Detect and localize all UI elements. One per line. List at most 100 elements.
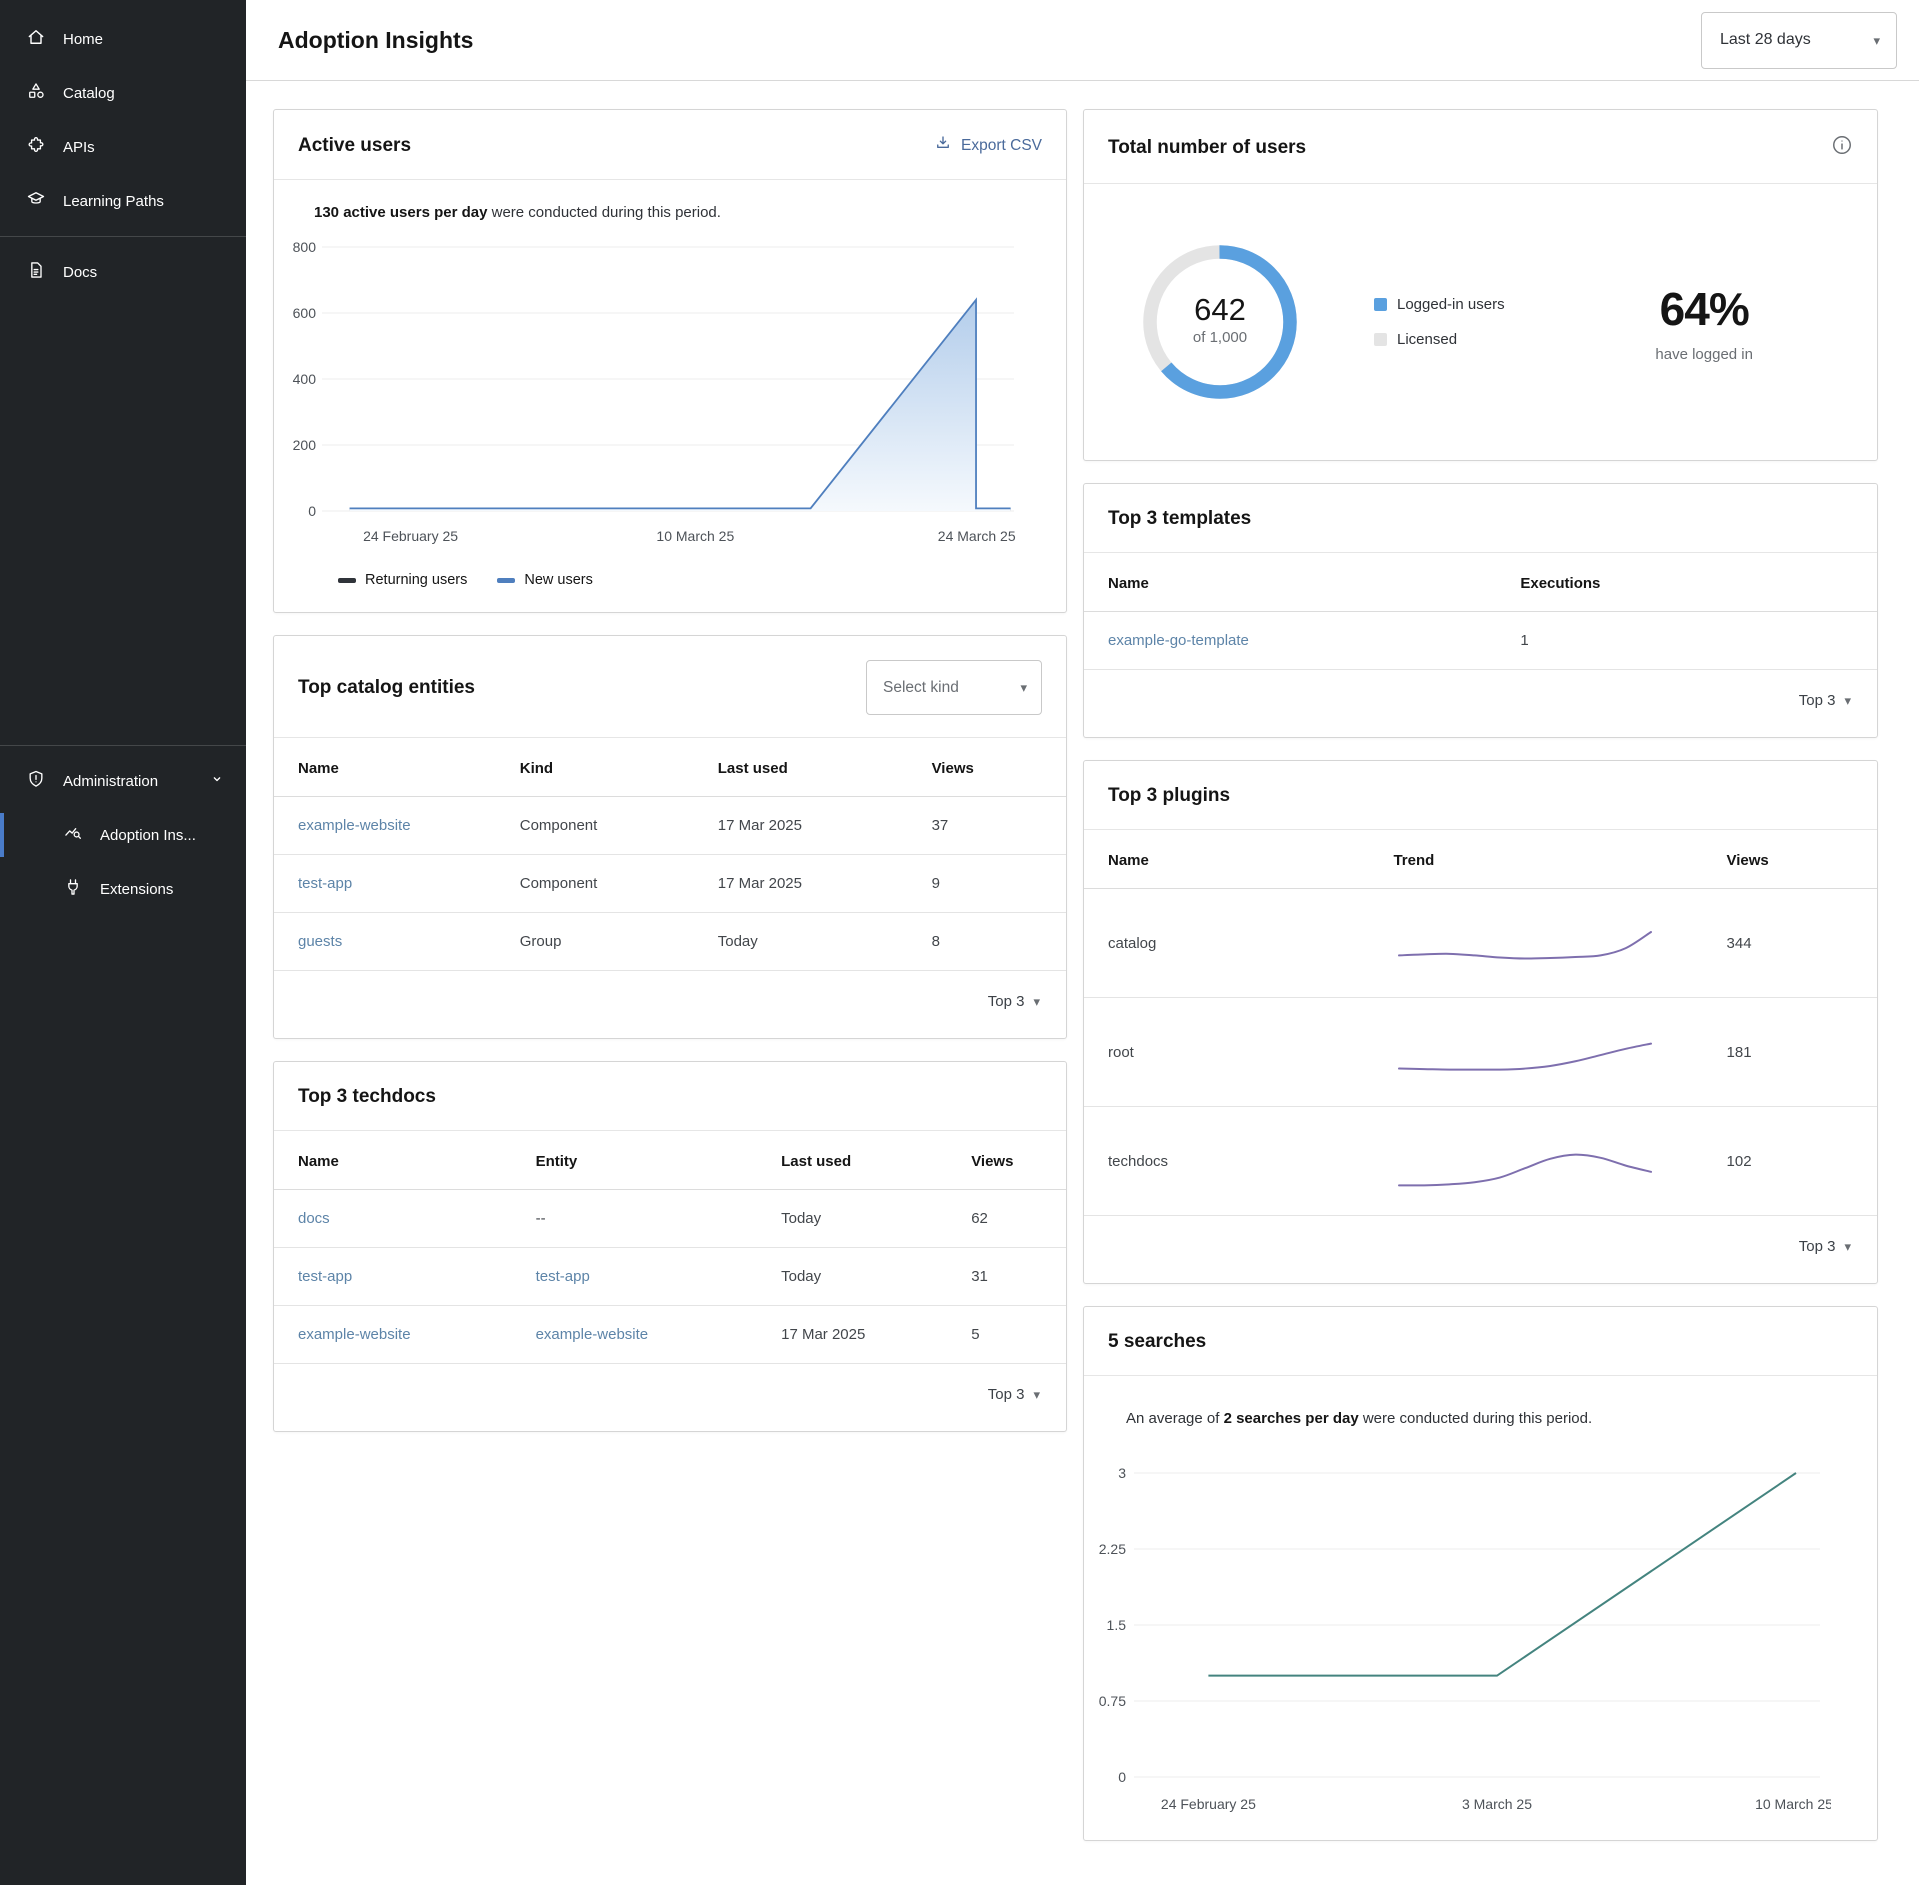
- entity-link[interactable]: example-website: [536, 1326, 649, 1343]
- table-cell: test-app: [274, 1248, 512, 1306]
- table-row: catalog 344: [1084, 889, 1877, 998]
- table-cell: test-app: [274, 855, 496, 913]
- sidebar-item-adoption-insights[interactable]: Adoption Ins...: [0, 808, 246, 862]
- chevron-down-icon: [208, 770, 226, 792]
- sidebar-item-learning-paths[interactable]: Learning Paths: [0, 174, 246, 228]
- caret-down-icon: ▾: [1844, 694, 1851, 707]
- caret-down-icon: ▾: [1020, 681, 1027, 694]
- sidebar-item-label: APIs: [63, 139, 95, 156]
- page: Home Catalog APIs Learning Paths Docs Ad…: [0, 0, 1919, 1885]
- active-users-legend: Returning users New users: [338, 572, 1066, 588]
- column-header: Trend: [1369, 830, 1702, 889]
- kind-select[interactable]: Select kind ▾: [866, 660, 1042, 715]
- top-n-dropdown[interactable]: Top 3 ▾: [1084, 1216, 1877, 1283]
- main-area: Adoption Insights Last 28 days ▾ Active …: [246, 0, 1919, 1885]
- table-cell: example-website: [512, 1306, 758, 1364]
- top-n-dropdown[interactable]: Top 3 ▾: [274, 1364, 1066, 1431]
- table-row: guestsGroupToday8: [274, 913, 1066, 971]
- entity-link[interactable]: test-app: [536, 1268, 590, 1285]
- legend-label: Licensed: [1397, 331, 1457, 348]
- top-techdocs-table: NameEntityLast usedViewsdocs--Today62tes…: [274, 1131, 1066, 1364]
- entity-link[interactable]: example-go-template: [1108, 632, 1249, 649]
- plugin-trend-sparkline: [1369, 1107, 1702, 1216]
- table-cell: Component: [496, 855, 694, 913]
- table-cell: 17 Mar 2025: [757, 1306, 947, 1364]
- period-select[interactable]: Last 28 days ▾: [1701, 12, 1897, 69]
- legend-label: Logged-in users: [1397, 296, 1505, 313]
- catalog-icon: [26, 81, 46, 105]
- svg-text:0.75: 0.75: [1099, 1693, 1126, 1709]
- download-icon: [934, 134, 952, 157]
- sidebar-item-docs[interactable]: Docs: [0, 245, 246, 299]
- top-techdocs-card: Top 3 techdocs NameEntityLast usedViewsd…: [273, 1061, 1067, 1432]
- card-title: Top 3 plugins: [1108, 785, 1230, 807]
- plugin-views: 344: [1703, 889, 1877, 998]
- table-cell: 17 Mar 2025: [694, 797, 908, 855]
- top-n-label: Top 3: [1799, 1238, 1836, 1255]
- column-header: Views: [908, 738, 1066, 797]
- sidebar-item-catalog[interactable]: Catalog: [0, 66, 246, 120]
- active-users-summary: 130 active users per day were conducted …: [314, 204, 1042, 221]
- legend-item: Licensed: [1374, 331, 1505, 348]
- table-cell: Group: [496, 913, 694, 971]
- legend-item: New users: [497, 572, 593, 588]
- searches-chart: 00.751.52.25324 February 253 March 2510 …: [1084, 1443, 1831, 1835]
- column-header: Name: [1084, 553, 1496, 612]
- legend-swatch: [497, 578, 515, 583]
- top-n-dropdown[interactable]: Top 3 ▾: [274, 971, 1066, 1038]
- caret-down-icon: ▾: [1844, 1240, 1851, 1253]
- active-users-chart: 020040060080024 February 2510 March 2524…: [274, 231, 1020, 563]
- svg-text:24 March 25: 24 March 25: [938, 528, 1016, 544]
- sidebar-item-administration[interactable]: Administration: [0, 754, 246, 808]
- entity-link[interactable]: example-website: [298, 817, 411, 834]
- svg-text:24 February 25: 24 February 25: [1161, 1796, 1256, 1812]
- table-row: techdocs102: [1084, 1107, 1877, 1216]
- table-cell: Today: [757, 1190, 947, 1248]
- caret-down-icon: ▾: [1033, 995, 1040, 1008]
- legend-swatch: [1374, 298, 1387, 311]
- plug-icon: [63, 877, 83, 901]
- table-cell: 31: [947, 1248, 1066, 1306]
- sidebar-item-label: Extensions: [100, 881, 173, 898]
- legend-swatch: [1374, 333, 1387, 346]
- sidebar-item-extensions[interactable]: Extensions: [0, 862, 246, 916]
- top-n-label: Top 3: [988, 993, 1025, 1010]
- sidebar: Home Catalog APIs Learning Paths Docs Ad…: [0, 0, 246, 1885]
- shield-icon: [26, 769, 46, 793]
- total-users-legend: Logged-in users Licensed: [1374, 296, 1505, 348]
- entity-link[interactable]: docs: [298, 1210, 330, 1227]
- plugin-name: root: [1084, 998, 1369, 1107]
- sidebar-item-label: Home: [63, 31, 103, 48]
- period-select-value: Last 28 days: [1720, 31, 1811, 49]
- sidebar-item-apis[interactable]: APIs: [0, 120, 246, 174]
- card-title: Top catalog entities: [298, 677, 475, 699]
- table-row: docs--Today62: [274, 1190, 1066, 1248]
- plugin-views: 181: [1703, 998, 1877, 1107]
- svg-text:3: 3: [1118, 1465, 1126, 1481]
- legend-item: Returning users: [338, 572, 467, 588]
- graduation-cap-icon: [26, 189, 46, 213]
- document-icon: [26, 260, 46, 284]
- info-icon[interactable]: [1831, 134, 1853, 161]
- searches-summary: An average of 2 searches per day were co…: [1126, 1410, 1853, 1427]
- sidebar-item-label: Learning Paths: [63, 193, 164, 210]
- entity-link[interactable]: example-website: [298, 1326, 411, 1343]
- table-row: example-website example-website 17 Mar 202…: [274, 1306, 1066, 1364]
- sidebar-admin-group: Administration Adoption Ins... Extension…: [0, 737, 246, 916]
- table-cell: 8: [908, 913, 1066, 971]
- total-users-donut-chart: 642of 1,000: [1132, 234, 1308, 410]
- legend-label: New users: [524, 572, 593, 588]
- entity-link[interactable]: test-app: [298, 875, 352, 892]
- caret-down-icon: ▾: [1033, 1388, 1040, 1401]
- plugin-name: catalog: [1084, 889, 1369, 998]
- table-row: example-websiteComponent17 Mar 202537: [274, 797, 1066, 855]
- sidebar-item-home[interactable]: Home: [0, 12, 246, 66]
- export-csv-button[interactable]: Export CSV: [934, 134, 1042, 157]
- logged-in-percent-block: 64% have logged in: [1655, 282, 1753, 363]
- table-cell: example-go-template: [1084, 612, 1496, 670]
- table-cell: 5: [947, 1306, 1066, 1364]
- entity-link[interactable]: guests: [298, 933, 342, 950]
- entity-link[interactable]: test-app: [298, 1268, 352, 1285]
- top-n-dropdown[interactable]: Top 3 ▾: [1084, 670, 1877, 737]
- home-icon: [26, 27, 46, 51]
